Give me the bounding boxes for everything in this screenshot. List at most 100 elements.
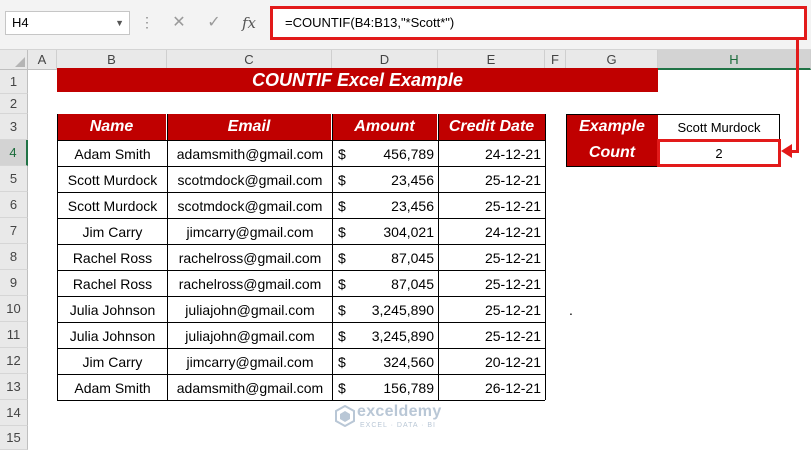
formula-input[interactable]: =COUNTIF(B4:B13,"*Scott*") [270, 6, 807, 40]
row-header-4[interactable]: 4 [0, 140, 28, 166]
currency-symbol: $ [338, 380, 346, 396]
cell-email[interactable]: jimcarry@gmail.com [168, 349, 332, 374]
cell-email[interactable]: jimcarry@gmail.com [168, 219, 332, 244]
selected-cell-highlight [657, 139, 781, 167]
cell-date[interactable]: 25-12-21 [439, 323, 545, 348]
drag-handle-icon[interactable]: ⋮ [140, 14, 154, 31]
table-row-border [57, 166, 545, 167]
table-column-border [545, 114, 546, 400]
sheet-title[interactable]: COUNTIF Excel Example [57, 68, 658, 92]
cell-amount[interactable]: 3,245,890 [333, 297, 438, 322]
currency-symbol: $ [338, 354, 346, 370]
cell-name[interactable]: Jim Carry [58, 349, 167, 374]
cell-date[interactable]: 25-12-21 [439, 167, 545, 192]
cell-name[interactable]: Scott Murdock [58, 167, 167, 192]
column-header-c[interactable]: C [167, 50, 332, 70]
arrow-head-icon [781, 144, 792, 158]
chevron-down-icon[interactable]: ▼ [115, 12, 124, 34]
row-header-5[interactable]: 5 [0, 166, 28, 192]
cell-date[interactable]: 26-12-21 [439, 375, 545, 400]
column-header-g[interactable]: G [566, 50, 658, 70]
cell-date[interactable]: 24-12-21 [439, 219, 545, 244]
table-column-border [167, 114, 168, 400]
table-column-border [57, 114, 58, 400]
table-column-border [438, 114, 439, 400]
currency-symbol: $ [338, 224, 346, 240]
cell-name[interactable]: Adam Smith [58, 375, 167, 400]
row-header-12[interactable]: 12 [0, 348, 28, 374]
cell-date[interactable]: 25-12-21 [439, 297, 545, 322]
cell-amount[interactable]: 23,456 [333, 167, 438, 192]
row-header-10[interactable]: 10 [0, 296, 28, 322]
row-header-11[interactable]: 11 [0, 322, 28, 348]
row-header-2[interactable]: 2 [0, 94, 28, 114]
cell-email[interactable]: adamsmith@gmail.com [168, 141, 332, 166]
cell-amount[interactable]: 156,789 [333, 375, 438, 400]
cell-name[interactable]: Adam Smith [58, 141, 167, 166]
row-header-14[interactable]: 14 [0, 400, 28, 426]
table-row-border [57, 218, 545, 219]
cell-name[interactable]: Julia Johnson [58, 297, 167, 322]
cell-email[interactable]: adamsmith@gmail.com [168, 375, 332, 400]
enter-icon[interactable]: ✓ [203, 12, 225, 34]
header-email[interactable]: Email [167, 114, 332, 140]
header-credit-date[interactable]: Credit Date [438, 114, 545, 140]
cell-amount[interactable]: 3,245,890 [333, 323, 438, 348]
cell-name[interactable]: Rachel Ross [58, 245, 167, 270]
column-header-h[interactable]: H [658, 50, 811, 70]
column-header-f[interactable]: F [545, 50, 566, 70]
cell-amount[interactable]: 304,021 [333, 219, 438, 244]
cell-amount[interactable]: 324,560 [333, 349, 438, 374]
currency-symbol: $ [338, 250, 346, 266]
cell-email[interactable]: juliajohn@gmail.com [168, 297, 332, 322]
cell-date[interactable]: 25-12-21 [439, 271, 545, 296]
cell-email[interactable]: juliajohn@gmail.com [168, 323, 332, 348]
cell-email[interactable]: scotmdock@gmail.com [168, 193, 332, 218]
cell-date[interactable]: 25-12-21 [439, 245, 545, 270]
row-header-6[interactable]: 6 [0, 192, 28, 218]
cell-date[interactable]: 20-12-21 [439, 349, 545, 374]
table-row-border [57, 400, 545, 401]
row-header-7[interactable]: 7 [0, 218, 28, 244]
cell-date[interactable]: 25-12-21 [439, 193, 545, 218]
side-table-border [566, 114, 780, 115]
cancel-icon[interactable]: ✕ [168, 12, 190, 34]
cell-amount[interactable]: 456,789 [333, 141, 438, 166]
column-header-b[interactable]: B [57, 50, 167, 70]
row-header-9[interactable]: 9 [0, 270, 28, 296]
example-value[interactable]: Scott Murdock [659, 115, 779, 140]
select-all-button[interactable] [0, 50, 28, 70]
cell-email[interactable]: scotmdock@gmail.com [168, 167, 332, 192]
currency-symbol: $ [338, 146, 346, 162]
row-header-3[interactable]: 3 [0, 114, 28, 140]
cell-date[interactable]: 24-12-21 [439, 141, 545, 166]
cell-email[interactable]: rachelross@gmail.com [168, 271, 332, 296]
annotation-arrow-line [796, 40, 799, 153]
cell-amount[interactable]: 87,045 [333, 271, 438, 296]
column-header-a[interactable]: A [28, 50, 57, 70]
table-column-border [332, 114, 333, 400]
cell-name[interactable]: Julia Johnson [58, 323, 167, 348]
column-header-d[interactable]: D [332, 50, 438, 70]
header-name[interactable]: Name [57, 114, 167, 140]
header-amount[interactable]: Amount [332, 114, 438, 140]
stray-text: . [569, 302, 573, 318]
row-header-1[interactable]: 1 [0, 70, 28, 94]
row-header-8[interactable]: 8 [0, 244, 28, 270]
cell-name[interactable]: Jim Carry [58, 219, 167, 244]
table-row-border [57, 296, 545, 297]
cell-name[interactable]: Scott Murdock [58, 193, 167, 218]
name-box[interactable]: H4 ▼ [5, 11, 130, 35]
cell-amount[interactable]: 23,456 [333, 193, 438, 218]
count-label[interactable]: Count [566, 140, 658, 166]
side-table-border [566, 114, 567, 166]
row-header-13[interactable]: 13 [0, 374, 28, 400]
cell-email[interactable]: rachelross@gmail.com [168, 245, 332, 270]
table-row-border [57, 348, 545, 349]
cell-name[interactable]: Rachel Ross [58, 271, 167, 296]
example-label[interactable]: Example [566, 114, 658, 140]
cell-amount[interactable]: 87,045 [333, 245, 438, 270]
row-header-15[interactable]: 15 [0, 426, 28, 450]
column-header-e[interactable]: E [438, 50, 545, 70]
insert-function-icon[interactable]: fx [238, 12, 260, 34]
